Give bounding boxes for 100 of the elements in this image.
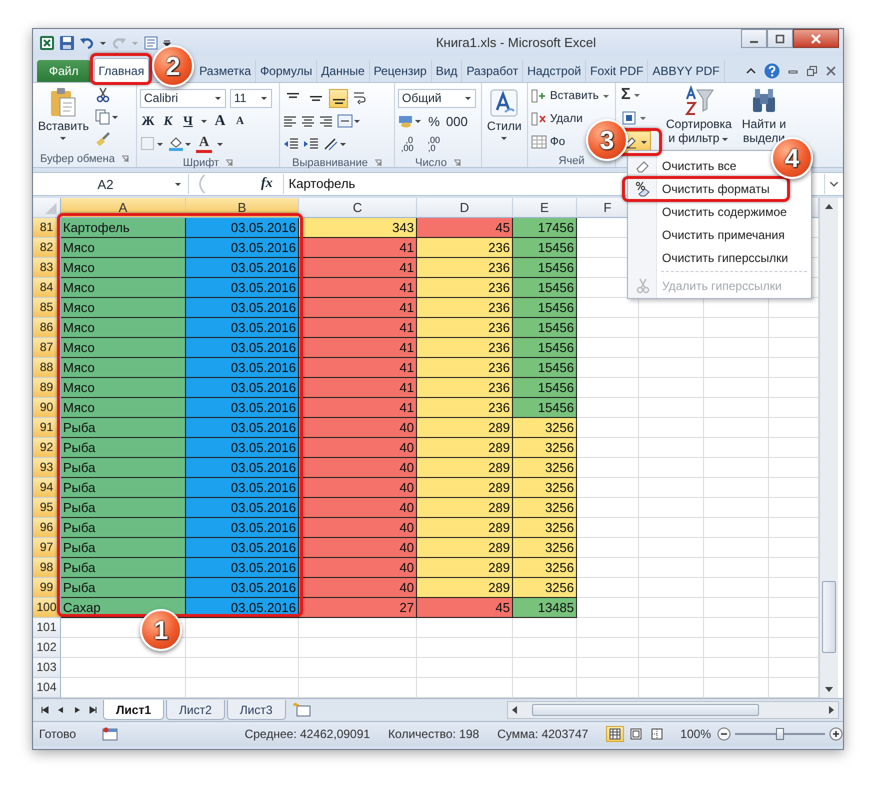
page-view-icon [609,728,622,740]
fill-color-icon[interactable] [168,136,192,152]
close-icon[interactable] [825,65,837,77]
font-color-button[interactable]: A [196,136,212,152]
minimize-button[interactable] [741,29,767,48]
column-header[interactable]: E [513,198,577,218]
grow-font-button[interactable]: A [212,111,228,131]
currency-icon[interactable] [398,113,422,129]
row-header[interactable]: 100 [33,598,61,618]
borders-icon[interactable] [140,136,164,152]
format-cells-button[interactable]: Фо [531,131,566,153]
table-cell: Рыба [61,538,186,558]
zoom-level-text[interactable]: 100% [680,727,711,741]
column-header[interactable]: C [299,198,417,218]
bold-button[interactable]: Ж [140,111,156,131]
table-cell: 343 [299,218,417,238]
row-header[interactable]: 103 [33,658,61,678]
table-cell [577,478,639,498]
table-cell: 289 [417,558,513,578]
horizontal-scrollbar[interactable] [507,701,839,719]
delete-cells-button[interactable]: Удали [531,108,583,130]
last-sheet-icon[interactable] [87,704,99,716]
column-header[interactable]: D [417,198,513,218]
zoom-in-icon[interactable] [829,727,843,741]
table-cell [577,498,639,518]
vertical-align-button[interactable] [329,88,348,108]
macro-record-icon[interactable] [102,727,118,741]
italic-button[interactable]: К [160,111,176,131]
number-format-field[interactable]: Общий [398,88,476,108]
dropdown-caret-icon[interactable] [200,117,208,125]
sheet-tab[interactable]: Лист2 [166,700,225,720]
dialog-launcher-icon[interactable] [120,155,129,163]
align-right-icon[interactable] [319,114,333,128]
insert-cells-button[interactable]: Вставить [531,85,610,107]
file-tab[interactable]: Файл [37,60,91,82]
dialog-launcher-icon[interactable] [374,159,382,167]
align-center-icon[interactable] [301,114,315,128]
sheet-tab[interactable]: Лист1 [103,700,164,720]
scroll-thumb[interactable] [822,581,836,653]
decimal-button[interactable]: ,0 ,00 [398,135,417,153]
view-button[interactable] [606,726,624,742]
group-label: Буфер обмена [40,153,115,165]
customize-toolbar-icon[interactable] [163,38,171,46]
row-header[interactable]: 104 [33,678,61,698]
table-cell [577,518,639,538]
zoom-out-icon[interactable] [717,727,731,741]
autosum-button[interactable]: Σ [619,85,651,105]
dialog-launcher-icon[interactable] [452,159,461,167]
cut-icon[interactable] [94,87,111,103]
table-cell: Рыба [61,438,186,458]
thousands-button[interactable]: 000 [446,111,468,131]
table-cell [577,578,639,598]
sort-filter-button[interactable]: Сортировка и фильтр [663,85,735,145]
font-size-field[interactable]: 11 [230,88,272,108]
table-cell: 13485 [513,598,577,618]
zoom-slider[interactable] [735,727,825,741]
name-box[interactable]: A2 [37,174,189,194]
table-cell: 289 [417,498,513,518]
vertical-scrollbar[interactable] [819,198,838,698]
table-cell: 03.05.2016 [186,298,299,318]
save-icon[interactable] [59,34,75,50]
font-name-field[interactable]: Calibri [140,88,226,108]
close-button[interactable] [793,29,839,48]
decimal-button[interactable]: ,00 ,0 [420,135,444,153]
row-header[interactable]: 101 [33,618,61,638]
shrink-font-button[interactable]: A [232,111,248,131]
dropdown-caret-icon[interactable] [216,140,224,148]
menu-item[interactable]: Очистить гиперссылки [628,248,794,268]
menu-item[interactable]: Очистить примечания [628,225,791,245]
underline-button[interactable]: Ч [180,111,196,131]
first-sheet-icon[interactable] [39,704,51,716]
maximize-button[interactable] [767,29,793,48]
zoom-slider-thumb[interactable] [776,728,784,740]
merge-cells-icon[interactable] [337,113,361,129]
ribbon-tab[interactable]: Главная [94,58,150,82]
styles-icon [488,87,520,119]
paste-button[interactable]: Вставить [36,85,91,144]
insert-function-button[interactable]: fx [261,176,273,192]
table-cell: 15456 [513,358,577,378]
text-orientation-icon[interactable] [323,136,347,152]
caret-icon [260,94,268,102]
insert-sheet-icon[interactable] [292,702,312,718]
row-header[interactable]: 102 [33,638,61,658]
sheet-tab[interactable]: Лист3 [226,700,286,720]
dialog-launcher-icon[interactable] [225,159,234,167]
sum-text: Сумма: 4203747 [497,727,588,741]
copy-icon[interactable] [94,109,119,125]
scroll-thumb[interactable] [532,704,759,716]
menu-item[interactable]: Очистить все [628,156,742,176]
styles-button[interactable]: Стили [485,85,524,144]
table-cell [704,658,769,678]
wrap-text-icon[interactable] [352,90,368,106]
caret-icon [59,134,68,142]
help-icon[interactable] [764,63,780,79]
form-icon[interactable] [143,34,159,50]
restore-icon[interactable] [806,65,818,77]
align-left-icon[interactable] [283,114,297,128]
format-painter-icon[interactable] [94,131,111,147]
percent-button[interactable]: % [426,111,442,131]
table-cell: Рыба [61,418,186,438]
